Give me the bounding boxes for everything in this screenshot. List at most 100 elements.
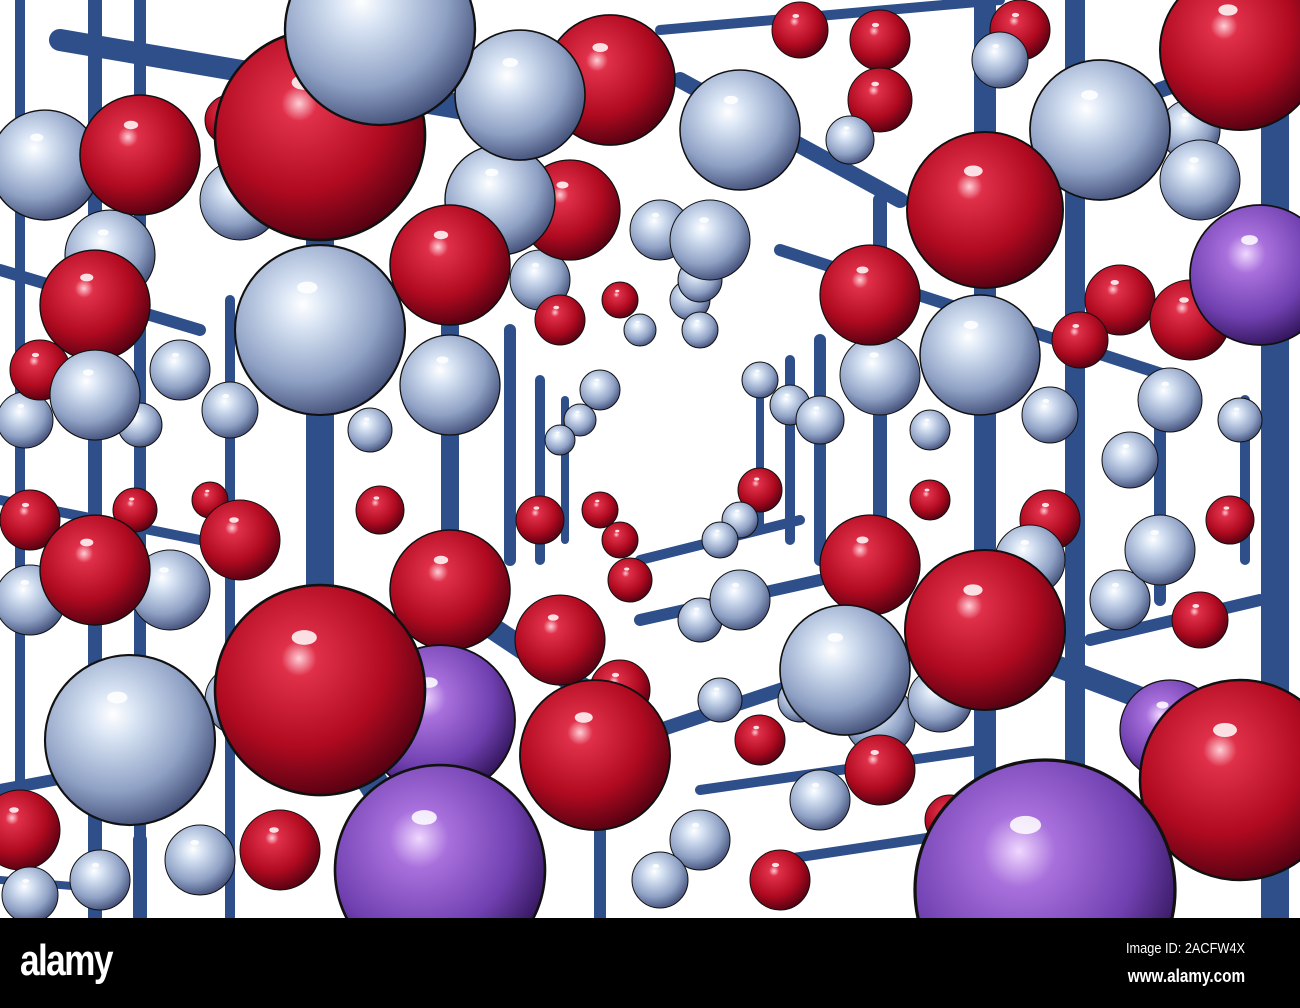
atom-highlight (1020, 540, 1029, 545)
silver-atom (149, 339, 211, 401)
atom-highlight (615, 529, 620, 533)
atom-highlight (813, 406, 820, 410)
atom-highlight (1241, 235, 1258, 245)
atom-highlight (21, 502, 30, 508)
red-atom (355, 485, 405, 535)
silver-atom (697, 677, 743, 723)
atom-highlight (1181, 112, 1190, 118)
atom-highlight (963, 165, 983, 177)
atom-highlight (715, 529, 720, 533)
atom-highlight (553, 305, 560, 310)
silver-atom (454, 29, 586, 161)
atom-highlight (91, 862, 100, 868)
atom-highlight (611, 672, 620, 678)
silver-atom (741, 361, 779, 399)
atom-highlight (107, 691, 128, 704)
silver-atom (49, 349, 141, 441)
atom-highlight (1041, 502, 1050, 508)
atom-highlight (871, 81, 880, 87)
watermark-bar: alamy Image ID: 2ACFW4X www.alamy.com (0, 918, 1300, 1008)
atom-highlight (651, 212, 660, 218)
atom-highlight (624, 567, 630, 571)
atom-highlight (1011, 12, 1020, 18)
atom-highlight (80, 273, 94, 282)
silver-atom (825, 115, 875, 165)
purple-atom (913, 758, 1177, 918)
silver-atom (1021, 386, 1079, 444)
red-atom (239, 809, 321, 891)
silver-atom (709, 569, 771, 631)
red-atom (519, 679, 671, 831)
red-atom (514, 594, 606, 686)
red-atom (515, 495, 565, 545)
atom-highlight (1081, 90, 1098, 100)
silver-atom (1137, 367, 1203, 433)
atom-highlight (723, 95, 739, 105)
watermark-url: www.alamy.com (1127, 966, 1245, 986)
atom-highlight (924, 488, 930, 492)
silver-atom (399, 334, 501, 436)
bond-rod (655, 0, 1005, 35)
red-atom (819, 244, 921, 346)
atom-highlight (827, 632, 844, 643)
atom-highlight (1192, 604, 1200, 608)
atom-highlight (595, 499, 600, 503)
atom-highlight (436, 356, 449, 364)
silver-atom (1217, 397, 1263, 443)
red-atom (904, 549, 1066, 711)
atom-highlight (615, 289, 620, 293)
silver-atom (1124, 514, 1196, 586)
silver-atom (544, 424, 576, 456)
atom-highlight (30, 133, 44, 142)
atom-highlight (31, 352, 40, 358)
silver-atom (1, 866, 59, 918)
atom-highlight (754, 477, 760, 481)
silver-atom (1159, 139, 1241, 221)
silver-atom (201, 381, 259, 439)
atom-highlight (531, 262, 540, 268)
red-atom (39, 514, 151, 626)
atom-highlight (753, 725, 760, 730)
red-atom (581, 491, 619, 529)
atom-highlight (1189, 157, 1199, 163)
atom-highlight (222, 394, 230, 398)
atom-highlight (1122, 444, 1130, 448)
red-atom (1171, 591, 1229, 649)
atom-highlight (771, 862, 780, 868)
atom-highlight (714, 687, 720, 691)
atom-spheres (0, 0, 1300, 918)
atom-highlight (1218, 4, 1238, 16)
atom-highlight (856, 266, 869, 274)
atom-highlight (205, 489, 210, 493)
red-atom (534, 294, 586, 346)
red-atom (199, 499, 281, 581)
atom-highlight (1042, 399, 1050, 403)
red-atom (909, 479, 951, 521)
red-atom (1205, 495, 1255, 545)
atom-highlight (17, 404, 25, 408)
red-atom (734, 714, 786, 766)
atom-highlight (433, 555, 449, 565)
red-atom (1051, 311, 1109, 369)
red-atom (819, 514, 921, 616)
atom-highlight (694, 607, 700, 611)
atom-highlight (843, 126, 850, 130)
atom-highlight (731, 582, 740, 588)
silver-atom (909, 409, 951, 451)
atom-highlight (575, 410, 580, 414)
atom-highlight (871, 22, 880, 28)
atom-highlight (433, 230, 449, 240)
atom-highlight (1150, 530, 1159, 535)
red-atom (601, 521, 639, 559)
atom-highlight (364, 417, 370, 421)
atom-highlight (533, 506, 540, 510)
atom-highlight (229, 517, 239, 523)
red-atom (906, 131, 1064, 289)
atom-highlight (1009, 815, 1042, 835)
atom-highlight (9, 807, 19, 813)
atom-highlight (755, 369, 760, 373)
silver-atom (0, 391, 54, 449)
red-atom (79, 94, 201, 216)
silver-atom (164, 824, 236, 896)
silver-atom (919, 294, 1041, 416)
